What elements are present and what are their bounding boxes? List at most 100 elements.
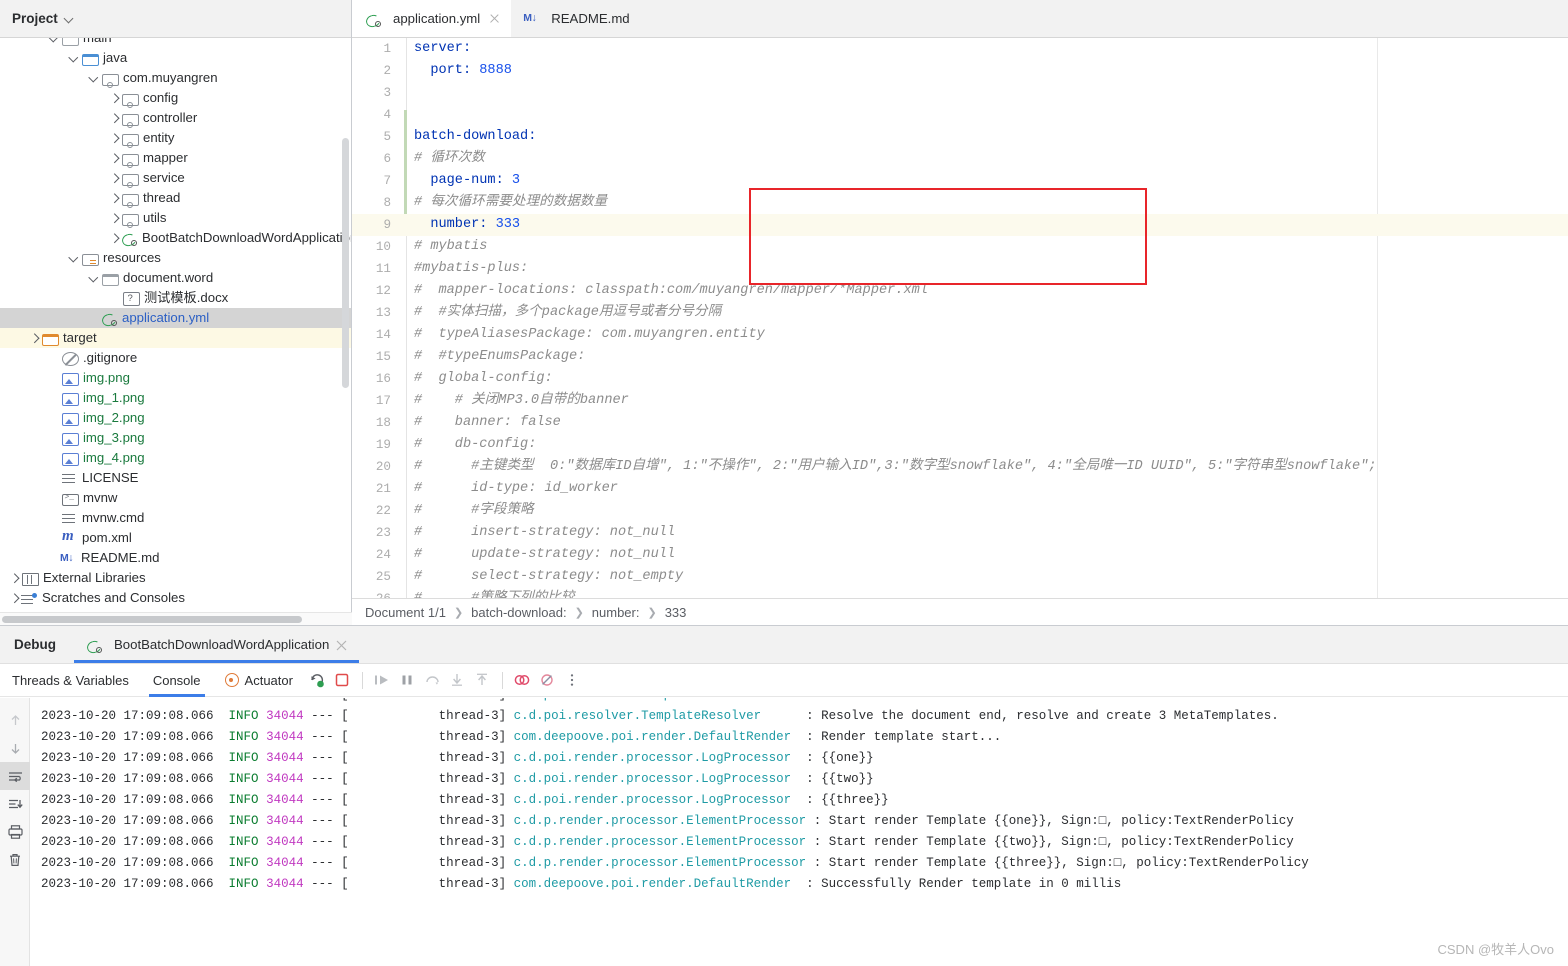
scrollbar-thumb[interactable] <box>2 616 302 623</box>
tree-item-resources[interactable]: resources <box>0 248 351 268</box>
editor-tab-readme-md[interactable]: README.md <box>511 0 640 37</box>
breadcrumb-item[interactable]: number: <box>592 605 640 620</box>
code-editor[interactable]: 1 server: 2 port: 8888 3 4 5 batch-download: 6 #… <box>352 38 1568 598</box>
code-line[interactable]: 21 # id-type: id_worker <box>352 478 1568 500</box>
chevron-down-icon[interactable] <box>68 248 81 268</box>
scroll-to-end-icon[interactable] <box>0 790 30 818</box>
tree-item-document-word[interactable]: document.word <box>0 268 351 288</box>
tree-item-service[interactable]: service <box>0 168 351 188</box>
step-into-icon[interactable] <box>445 668 470 693</box>
code-line[interactable]: 23 # insert-strategy: not_null <box>352 522 1568 544</box>
chevron-right-icon[interactable] <box>108 128 121 148</box>
chevron-right-icon[interactable] <box>28 328 41 348</box>
chevron-right-icon[interactable] <box>108 148 121 168</box>
tree-item-java[interactable]: java <box>0 48 351 68</box>
tree-item-scratches-and-consoles[interactable]: Scratches and Consoles <box>0 588 351 608</box>
chevron-down-icon[interactable] <box>65 14 74 23</box>
clear-all-icon[interactable] <box>0 846 30 874</box>
code-line[interactable]: 18 # banner: false <box>352 412 1568 434</box>
chevron-down-icon[interactable] <box>88 268 101 288</box>
tree-item-pom-xml[interactable]: pom.xml <box>0 528 351 548</box>
tree-item-entity[interactable]: entity <box>0 128 351 148</box>
tree-item-thread[interactable]: thread <box>0 188 351 208</box>
tree-item-bootbatchdownloadwordapplication[interactable]: BootBatchDownloadWordApplication <box>0 228 351 248</box>
code-line[interactable]: 17 # # 关闭MP3.0自带的banner <box>352 390 1568 412</box>
tab-actuator[interactable]: Actuator <box>213 664 305 697</box>
chevron-right-icon[interactable] <box>108 228 121 248</box>
chevron-down-icon[interactable] <box>88 68 101 88</box>
mute-breakpoints-icon[interactable] <box>535 668 560 693</box>
breadcrumb-item[interactable]: 333 <box>665 605 687 620</box>
code-line[interactable]: 4 <box>352 104 1568 126</box>
scroll-up-icon[interactable] <box>0 706 30 734</box>
code-line[interactable]: 12 # mapper-locations: classpath:com/muya… <box>352 280 1568 302</box>
code-line[interactable]: 15 # #typeEnumsPackage: <box>352 346 1568 368</box>
tree-item-mapper[interactable]: mapper <box>0 148 351 168</box>
tree-item-readme-md[interactable]: README.md <box>0 548 351 568</box>
breadcrumb-item[interactable]: Document 1/1 <box>365 605 446 620</box>
code-line[interactable]: 9 number: 333 <box>352 214 1568 236</box>
scroll-down-icon[interactable] <box>0 734 30 762</box>
chevron-right-icon[interactable] <box>108 208 121 228</box>
tree-item-img-png[interactable]: img.png <box>0 368 351 388</box>
tree-item-main[interactable]: main <box>0 38 351 48</box>
pause-program-icon[interactable] <box>395 668 420 693</box>
chevron-right-icon[interactable] <box>108 188 121 208</box>
chevron-down-icon[interactable] <box>48 38 61 48</box>
tree-item-application-yml[interactable]: application.yml <box>0 308 351 328</box>
chevron-right-icon[interactable] <box>8 588 21 608</box>
tree-item-license[interactable]: LICENSE <box>0 468 351 488</box>
code-line[interactable]: 16 # global-config: <box>352 368 1568 390</box>
close-icon[interactable] <box>336 639 347 651</box>
code-line[interactable]: 5 batch-download: <box>352 126 1568 148</box>
tree-item-img-4-png[interactable]: img_4.png <box>0 448 351 468</box>
code-line[interactable]: 3 <box>352 82 1568 104</box>
tab-console[interactable]: Console <box>141 664 213 697</box>
run-configuration-tab[interactable]: BootBatchDownloadWordApplication <box>74 626 360 663</box>
step-out-icon[interactable] <box>470 668 495 693</box>
more-options-icon[interactable] <box>560 668 585 693</box>
code-line[interactable]: 10 # mybatis <box>352 236 1568 258</box>
tree-item-com-muyangren[interactable]: com.muyangren <box>0 68 351 88</box>
code-line[interactable]: 11 #mybatis-plus: <box>352 258 1568 280</box>
tree-item-mvnw[interactable]: mvnw <box>0 488 351 508</box>
tab-threads-and-variables[interactable]: Threads & Variables <box>0 664 141 697</box>
view-breakpoints-icon[interactable] <box>510 668 535 693</box>
code-line[interactable]: 8 # 每次循环需要处理的数据数量 <box>352 192 1568 214</box>
tree-item-config[interactable]: config <box>0 88 351 108</box>
code-line[interactable]: 26 # #策略下列的比较 <box>352 588 1568 598</box>
code-line[interactable]: 13 # #实体扫描，多个package用逗号或者分号分隔 <box>352 302 1568 324</box>
chevron-right-icon[interactable] <box>108 108 121 128</box>
tree-item-controller[interactable]: controller <box>0 108 351 128</box>
tree-item-img-2-png[interactable]: img_2.png <box>0 408 351 428</box>
print-icon[interactable] <box>0 818 30 846</box>
code-line[interactable]: 20 # #主键类型 0:"数据库ID自增", 1:"不操作", 2:"用户输入I… <box>352 456 1568 478</box>
tree-item-target[interactable]: target <box>0 328 351 348</box>
code-line[interactable]: 24 # update-strategy: not_null <box>352 544 1568 566</box>
editor-tab-application-yml[interactable]: application.yml <box>352 0 512 37</box>
breadcrumb[interactable]: Document 1/1 ❯ batch-download: ❯ number: ❯ 333 <box>352 598 1568 625</box>
code-line[interactable]: 22 # #字段策略 <box>352 500 1568 522</box>
project-panel-header[interactable]: Project <box>0 0 351 38</box>
project-tree-horizontal-scrollbar[interactable] <box>0 612 352 625</box>
close-icon[interactable] <box>489 13 500 24</box>
code-line[interactable]: 25 # select-strategy: not_empty <box>352 566 1568 588</box>
chevron-down-icon[interactable] <box>68 48 81 68</box>
breadcrumb-item[interactable]: batch-download: <box>471 605 566 620</box>
chevron-right-icon[interactable] <box>108 88 121 108</box>
resume-program-icon[interactable] <box>370 668 395 693</box>
step-over-icon[interactable] <box>420 668 445 693</box>
code-line[interactable]: 7 page-num: 3 <box>352 170 1568 192</box>
code-line[interactable]: 19 # db-config: <box>352 434 1568 456</box>
code-line[interactable]: 2 port: 8888 <box>352 60 1568 82</box>
chevron-right-icon[interactable] <box>8 568 21 588</box>
console-log[interactable]: 2023-10-20 17:09:08.065 INFO 34044 --- [… <box>31 698 1568 966</box>
tree-item-img-3-png[interactable]: img_3.png <box>0 428 351 448</box>
tree-item-external-libraries[interactable]: External Libraries <box>0 568 351 588</box>
code-line[interactable]: 1 server: <box>352 38 1568 60</box>
soft-wrap-icon[interactable] <box>0 762 30 790</box>
tree-item-mvnw-cmd[interactable]: mvnw.cmd <box>0 508 351 528</box>
chevron-right-icon[interactable] <box>108 168 121 188</box>
tree-item-docx[interactable]: 测试模板.docx <box>0 288 351 308</box>
tree-item-gitignore[interactable]: .gitignore <box>0 348 351 368</box>
